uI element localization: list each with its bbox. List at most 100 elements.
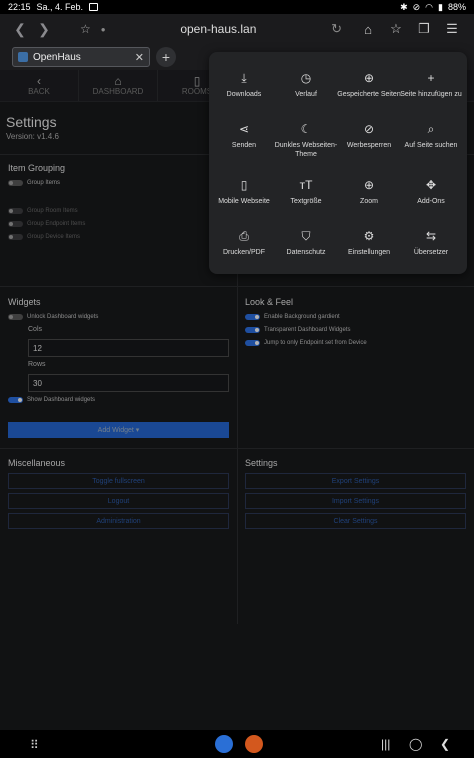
chevron-left-icon: ‹	[37, 74, 41, 88]
group-room-items-toggle[interactable]: Group Room Items	[8, 208, 78, 214]
import-settings-button[interactable]: Import Settings	[245, 493, 466, 509]
battery-icon: ▮	[438, 1, 443, 12]
toggle-switch[interactable]	[8, 221, 23, 227]
find-icon: ⌕	[427, 121, 435, 136]
recent-apps-icon[interactable]: |||	[381, 737, 390, 751]
transparent-widgets-toggle[interactable]: Transparent Dashboard Widgets	[245, 327, 351, 333]
forward-arrow-icon[interactable]: ❯	[32, 17, 56, 41]
nav-back[interactable]: ‹ BACK	[0, 70, 79, 101]
menu-translator[interactable]: ⇆ Übersetzer	[399, 228, 463, 257]
menu-share[interactable]: ⋖ Senden	[212, 121, 276, 150]
browser-toolbar: ❮ ❯ ☆ ● open-haus.lan ↻ ⌂ ☆ ❐ ☰	[0, 14, 474, 44]
toggle-switch[interactable]	[245, 327, 260, 333]
firefox-app-icon[interactable]	[245, 735, 263, 753]
group-device-items-toggle[interactable]: Group Device Items	[8, 234, 80, 240]
home-icon[interactable]: ⌂	[354, 17, 382, 41]
toggle-fullscreen-button[interactable]: Toggle fullscreen	[8, 473, 229, 489]
browser-menu: ⤓ Downloads ◷ Verlauf ⊕ Gespeicherte Sei…	[209, 52, 467, 274]
menu-privacy[interactable]: ⛉ Datenschutz	[274, 228, 338, 257]
look-feel-heading: Look & Feel	[245, 297, 294, 307]
favicon-icon	[18, 52, 28, 62]
new-tab-icon[interactable]: +	[156, 47, 176, 67]
home-icon: ⌂	[114, 74, 122, 88]
tab-title: OpenHaus	[33, 51, 81, 63]
menu-add-ons[interactable]: ✥ Add-Ons	[399, 177, 463, 206]
status-time: 22:15	[8, 2, 31, 12]
menu-zoom[interactable]: ⊕ Zoom	[337, 177, 401, 206]
app-drawer-icon[interactable]: ⠿	[30, 738, 39, 752]
divider	[0, 448, 474, 449]
item-grouping-heading: Item Grouping	[8, 163, 66, 173]
close-tab-icon[interactable]: ✕	[135, 51, 144, 64]
address-bar[interactable]: ☆ ● open-haus.lan ↻	[62, 17, 348, 41]
menu-saved-pages[interactable]: ⊕ Gespeicherte Seiten	[337, 70, 401, 99]
page-title: Settings	[6, 114, 57, 130]
menu-print-pdf[interactable]: ⎙ Drucken/PDF	[212, 228, 276, 257]
toggle-switch[interactable]	[8, 397, 23, 403]
wifi-icon: ◠	[425, 1, 434, 12]
menu-find-in-page[interactable]: ⌕ Auf Seite suchen	[399, 121, 463, 150]
reload-icon[interactable]: ↻	[331, 21, 342, 37]
status-date: Sa., 4. Feb.	[36, 2, 84, 12]
menu-ad-block[interactable]: ⊘ Werbesperren	[337, 121, 401, 150]
browser-tab[interactable]: OpenHaus ✕	[12, 47, 150, 67]
group-items-toggle[interactable]: Group Items	[8, 180, 60, 186]
door-icon: ▯	[193, 74, 201, 88]
home-button-icon[interactable]: ◯	[409, 737, 422, 751]
image-notification-icon	[89, 3, 99, 11]
menu-downloads[interactable]: ⤓ Downloads	[212, 70, 276, 99]
menu-mobile-site[interactable]: ▯ Mobile Webseite	[212, 177, 276, 206]
phone-icon: ▯	[240, 178, 248, 192]
nav-dashboard[interactable]: ⌂ DASHBOARD	[79, 70, 158, 101]
background-gradient-toggle[interactable]: Enable Background gardient	[245, 314, 340, 320]
logout-button[interactable]: Logout	[8, 493, 229, 509]
cols-label: Cols	[28, 326, 43, 333]
share-icon: ⋖	[238, 122, 250, 136]
url-host[interactable]: open-haus.lan	[106, 22, 331, 36]
show-widgets-toggle[interactable]: Show Dashboard widgets	[8, 397, 95, 403]
toggle-switch[interactable]	[8, 234, 23, 240]
block-icon: ⊘	[363, 122, 375, 136]
version-label: Version: v1.4.6	[6, 132, 59, 141]
plus-icon: +	[427, 71, 435, 85]
group-endpoint-items-toggle[interactable]: Group Endpoint Items	[8, 221, 85, 227]
battery-level: 88%	[447, 2, 466, 12]
hamburger-menu-icon[interactable]: ☰	[438, 17, 466, 41]
add-widget-button[interactable]: Add Widget ▾	[8, 422, 229, 438]
bookmarks-icon[interactable]: ☆	[382, 17, 410, 41]
mute-icon: ⊘	[412, 1, 421, 12]
moon-icon: ☾	[300, 122, 312, 136]
globe-icon: ⊕	[363, 71, 375, 85]
menu-settings[interactable]: ⚙ Einstellungen	[337, 228, 401, 257]
rows-input[interactable]: 30	[28, 374, 229, 392]
back-arrow-icon[interactable]: ❮	[8, 17, 32, 41]
bluetooth-icon: ✱	[400, 1, 408, 12]
divider	[0, 286, 474, 287]
back-button-icon[interactable]: ❮	[440, 737, 450, 751]
jump-endpoint-toggle[interactable]: Jump to only Endpoint set from Device	[245, 340, 367, 346]
translate-icon: ⇆	[425, 229, 437, 243]
toggle-switch[interactable]	[8, 180, 23, 186]
zoom-icon: ⊕	[363, 178, 375, 192]
menu-add-page[interactable]: + Seite hinzufügen zu	[399, 70, 463, 99]
export-settings-button[interactable]: Export Settings	[245, 473, 466, 489]
toggle-switch[interactable]	[8, 314, 23, 320]
toggle-switch[interactable]	[245, 314, 260, 320]
toggle-switch[interactable]	[8, 208, 23, 214]
clear-settings-button[interactable]: Clear Settings	[245, 513, 466, 529]
menu-dark-theme[interactable]: ☾ Dunkles Webseiten-Theme	[274, 121, 338, 159]
print-icon: ⎙	[239, 228, 249, 243]
puzzle-icon: ✥	[425, 178, 437, 192]
menu-history[interactable]: ◷ Verlauf	[274, 70, 338, 99]
history-icon: ◷	[300, 71, 312, 85]
unlock-widgets-toggle[interactable]: Unlock Dashboard widgets	[8, 314, 98, 320]
bookmark-star-icon[interactable]: ☆	[80, 22, 91, 36]
outlook-app-icon[interactable]	[215, 735, 233, 753]
toggle-switch[interactable]	[245, 340, 260, 346]
cols-input[interactable]: 12	[28, 339, 229, 357]
menu-text-size[interactable]: ᴛT Textgröße	[274, 177, 338, 206]
download-icon: ⤓	[241, 70, 247, 85]
rows-label: Rows	[28, 361, 46, 368]
tabs-icon[interactable]: ❐	[410, 17, 438, 41]
administration-button[interactable]: Administration	[8, 513, 229, 529]
